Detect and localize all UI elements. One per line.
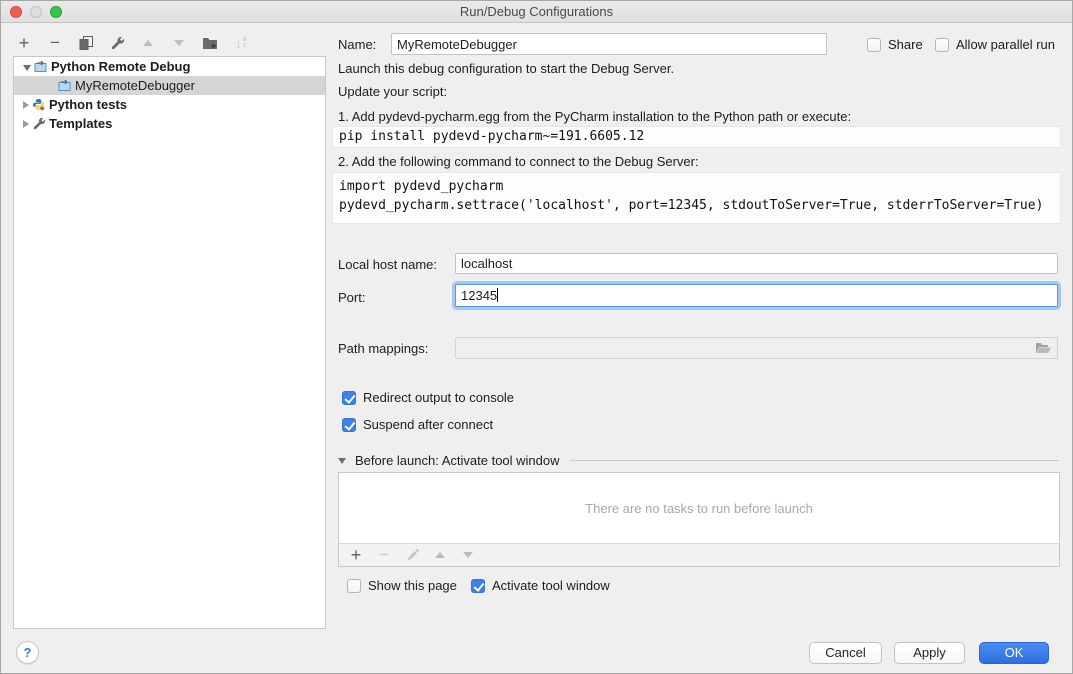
allow-parallel-run-option: Allow parallel run bbox=[935, 37, 1055, 52]
redirect-output-option: Redirect output to console bbox=[342, 390, 514, 405]
task-toolbar: + − bbox=[339, 543, 1059, 566]
section-divider bbox=[570, 460, 1059, 461]
activate-tool-window-label: Activate tool window bbox=[492, 578, 610, 593]
redirect-output-label: Redirect output to console bbox=[363, 390, 514, 405]
local-host-name-label: Local host name: bbox=[338, 257, 437, 272]
remote-debug-icon bbox=[34, 60, 48, 73]
port-input[interactable]: 12345 bbox=[455, 284, 1058, 307]
settrace-code-line1: import pydevd_pycharm bbox=[339, 177, 1054, 196]
run-debug-configurations-dialog: Run/Debug Configurations + − ↓az Python … bbox=[0, 0, 1073, 674]
move-task-up-icon[interactable] bbox=[432, 547, 448, 563]
copy-configuration-icon[interactable] bbox=[77, 34, 95, 52]
collapse-arrow-icon[interactable] bbox=[23, 65, 31, 71]
tree-item-python-remote-debug[interactable]: Python Remote Debug bbox=[14, 57, 325, 76]
activate-tool-window-checkbox[interactable] bbox=[471, 579, 485, 593]
update-script-text: Update your script: bbox=[338, 84, 447, 99]
question-mark-icon: ? bbox=[24, 645, 32, 660]
apply-button[interactable]: Apply bbox=[894, 642, 965, 664]
text-caret bbox=[497, 288, 498, 302]
ok-button[interactable]: OK bbox=[979, 642, 1049, 664]
name-label: Name: bbox=[338, 37, 376, 52]
empty-tasks-message: There are no tasks to run before launch bbox=[339, 473, 1059, 543]
redirect-output-checkbox[interactable] bbox=[342, 391, 356, 405]
move-down-icon[interactable] bbox=[170, 34, 188, 52]
name-input[interactable] bbox=[391, 33, 827, 55]
suspend-after-connect-checkbox[interactable] bbox=[342, 418, 356, 432]
local-host-name-input[interactable] bbox=[455, 253, 1058, 274]
configurations-tree: Python Remote Debug MyRemoteDebugger Pyt… bbox=[13, 56, 326, 629]
expand-arrow-icon[interactable] bbox=[23, 120, 29, 128]
remove-task-icon[interactable]: − bbox=[376, 547, 392, 563]
remove-configuration-icon[interactable]: − bbox=[46, 34, 64, 52]
suspend-after-connect-label: Suspend after connect bbox=[363, 417, 493, 432]
collapse-arrow-icon[interactable] bbox=[338, 458, 346, 464]
before-launch-title: Before launch: Activate tool window bbox=[355, 453, 560, 468]
add-configuration-icon[interactable]: + bbox=[15, 34, 33, 52]
allow-parallel-run-label: Allow parallel run bbox=[956, 37, 1055, 52]
tree-item-myremotedebugger[interactable]: MyRemoteDebugger bbox=[14, 76, 325, 95]
configurations-toolbar: + − ↓az bbox=[15, 32, 250, 54]
settrace-code-line2: pydevd_pycharm.settrace('localhost', por… bbox=[339, 196, 1054, 215]
window-title: Run/Debug Configurations bbox=[1, 1, 1072, 23]
remote-debug-icon bbox=[58, 79, 72, 92]
step2-text: 2. Add the following command to connect … bbox=[338, 154, 699, 169]
intro-text: Launch this debug configuration to start… bbox=[338, 61, 674, 76]
suspend-after-connect-option: Suspend after connect bbox=[342, 417, 493, 432]
path-mappings-input[interactable] bbox=[455, 337, 1058, 359]
show-this-page-label: Show this page bbox=[368, 578, 457, 593]
add-task-icon[interactable]: + bbox=[348, 547, 364, 563]
share-checkbox[interactable] bbox=[867, 38, 881, 52]
show-this-page-option: Show this page bbox=[347, 578, 457, 593]
before-launch-task-panel: There are no tasks to run before launch … bbox=[338, 472, 1060, 567]
activate-tool-window-option: Activate tool window bbox=[471, 578, 610, 593]
show-this-page-checkbox[interactable] bbox=[347, 579, 361, 593]
new-folder-icon[interactable] bbox=[201, 34, 219, 52]
settrace-code[interactable]: import pydevd_pycharm pydevd_pycharm.set… bbox=[332, 172, 1061, 224]
sort-configurations-icon[interactable]: ↓az bbox=[232, 34, 250, 52]
tree-item-python-tests[interactable]: Python tests bbox=[14, 95, 325, 114]
share-option: Share bbox=[867, 37, 923, 52]
python-tests-icon bbox=[32, 98, 46, 111]
path-mappings-label: Path mappings: bbox=[338, 341, 428, 356]
move-task-down-icon[interactable] bbox=[460, 547, 476, 563]
share-label: Share bbox=[888, 37, 923, 52]
port-label: Port: bbox=[338, 290, 365, 305]
title-bar[interactable]: Run/Debug Configurations bbox=[1, 1, 1072, 23]
cancel-button[interactable]: Cancel bbox=[809, 642, 882, 664]
expand-arrow-icon[interactable] bbox=[23, 101, 29, 109]
edit-templates-icon[interactable] bbox=[108, 34, 126, 52]
edit-task-icon[interactable] bbox=[404, 547, 420, 563]
help-button[interactable]: ? bbox=[16, 641, 39, 664]
step1-text: 1. Add pydevd-pycharm.egg from the PyCha… bbox=[338, 109, 851, 124]
pip-install-code[interactable]: pip install pydevd-pycharm~=191.6605.12 bbox=[332, 126, 1061, 148]
templates-wrench-icon bbox=[32, 117, 46, 130]
move-up-icon[interactable] bbox=[139, 34, 157, 52]
allow-parallel-run-checkbox[interactable] bbox=[935, 38, 949, 52]
browse-folder-icon[interactable] bbox=[1035, 341, 1052, 358]
before-launch-header[interactable]: Before launch: Activate tool window bbox=[338, 453, 1059, 468]
tree-item-templates[interactable]: Templates bbox=[14, 114, 325, 133]
